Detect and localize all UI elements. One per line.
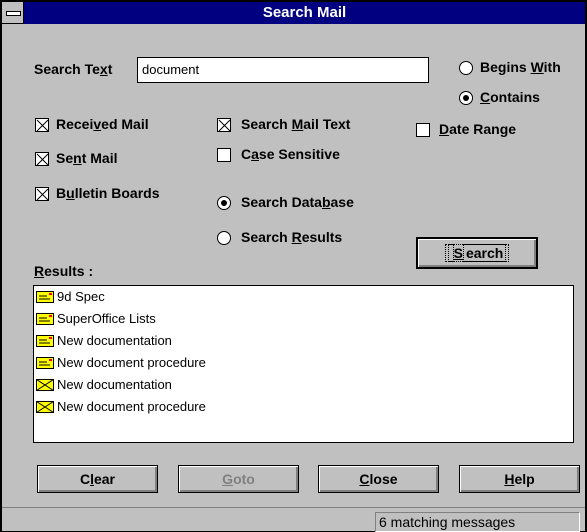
list-item[interactable]: SuperOffice Lists [36, 308, 156, 330]
result-text: New documentation [57, 333, 172, 348]
status-message: 6 matching messages [375, 512, 580, 532]
sent-mail-checkbox[interactable] [35, 152, 49, 166]
case-sensitive-checkbox[interactable] [217, 148, 231, 162]
list-item[interactable]: New document procedure [36, 352, 206, 374]
bulletin-boards-checkbox[interactable] [35, 187, 49, 201]
search-button[interactable]: Search [416, 237, 538, 269]
title-bar[interactable]: Search Mail [2, 2, 585, 24]
mail-read-icon [36, 356, 54, 369]
bulletin-boards-label[interactable]: Bulletin Boards [56, 185, 159, 201]
close-button[interactable]: Close [318, 465, 439, 493]
search-results-label[interactable]: Search Results [241, 229, 342, 245]
date-range-checkbox[interactable] [416, 123, 430, 137]
begins-with-radio[interactable] [459, 61, 473, 75]
case-sensitive-label[interactable]: Case Sensitive [241, 146, 340, 162]
search-database-radio[interactable] [217, 196, 231, 210]
received-mail-label[interactable]: Received Mail [56, 116, 149, 132]
system-menu-icon [6, 11, 21, 16]
check-x-icon [36, 119, 49, 132]
mail-unread-icon [36, 378, 54, 391]
search-mail-text-label[interactable]: Search Mail Text [241, 116, 350, 132]
goto-button[interactable]: Goto [178, 465, 299, 493]
check-x-icon [36, 153, 49, 166]
mail-read-icon [36, 312, 54, 325]
system-menu-button[interactable] [2, 2, 24, 24]
clear-button[interactable]: Clear [37, 465, 158, 493]
search-mail-text-checkbox[interactable] [217, 118, 231, 132]
check-x-icon [36, 188, 49, 201]
received-mail-checkbox[interactable] [35, 118, 49, 132]
list-item[interactable]: 9d Spec [36, 286, 105, 308]
search-text-input[interactable]: document [137, 57, 429, 83]
begins-with-label[interactable]: Begins With [480, 59, 561, 75]
result-text: New document procedure [57, 399, 206, 414]
status-bar: 6 matching messages [2, 507, 585, 532]
mail-read-icon [36, 334, 54, 347]
list-item[interactable]: New document procedure [36, 396, 206, 418]
search-results-radio[interactable] [217, 231, 231, 245]
results-label: Results : [34, 263, 94, 279]
result-text: SuperOffice Lists [57, 311, 156, 326]
date-range-label[interactable]: Date Range [439, 121, 516, 137]
mail-read-icon [36, 290, 54, 303]
window-title: Search Mail [262, 4, 347, 21]
results-list[interactable]: 9d Spec SuperOffice Lists New documentat… [33, 285, 574, 443]
list-item[interactable]: New documentation [36, 330, 172, 352]
search-database-label[interactable]: Search Database [241, 194, 354, 210]
help-button[interactable]: Help [459, 465, 580, 493]
result-text: 9d Spec [57, 289, 105, 304]
result-text: New documentation [57, 377, 172, 392]
mail-unread-icon [36, 400, 54, 413]
list-item[interactable]: New documentation [36, 374, 172, 396]
search-text-label: Search Text [34, 61, 113, 77]
check-x-icon [218, 119, 231, 132]
contains-label[interactable]: Contains [480, 89, 540, 105]
search-mail-window: Search Mail Search Text document Begins … [0, 0, 587, 532]
sent-mail-label[interactable]: Sent Mail [56, 150, 117, 166]
contains-radio[interactable] [459, 91, 473, 105]
result-text: New document procedure [57, 355, 206, 370]
